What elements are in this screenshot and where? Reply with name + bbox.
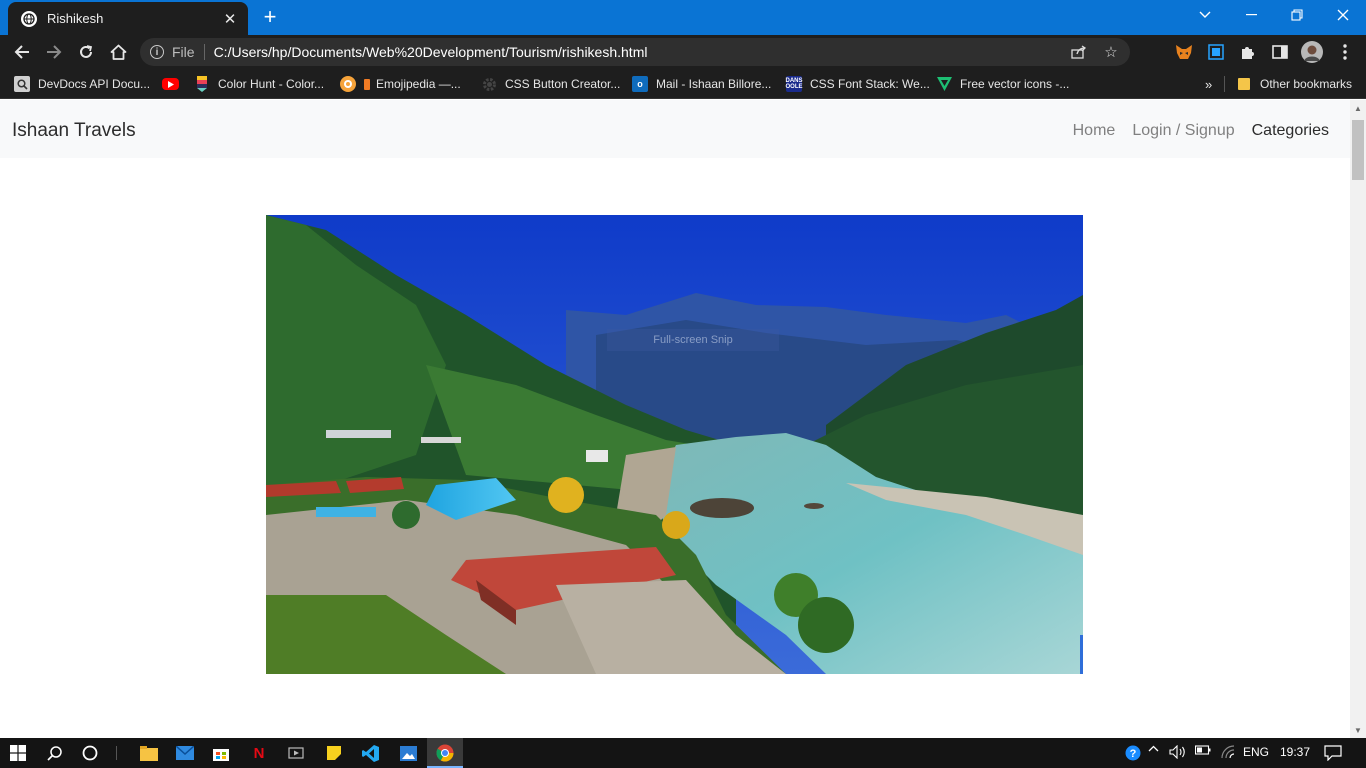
- file-scheme-label: File: [172, 44, 195, 60]
- nav-login-signup[interactable]: Login / Signup: [1132, 122, 1234, 140]
- forward-button[interactable]: [41, 39, 67, 65]
- close-tab-icon[interactable]: ✕: [220, 9, 240, 29]
- scroll-thumb[interactable]: [1352, 120, 1364, 180]
- show-hidden-icons-chevron-icon[interactable]: [1148, 745, 1159, 752]
- address-bar[interactable]: i File C:/Users/hp/Documents/Web%20Devel…: [140, 38, 1130, 66]
- address-divider: [203, 44, 205, 60]
- rishikesh-landscape-illustration: [266, 215, 1083, 674]
- reload-button[interactable]: [73, 39, 99, 65]
- mail-app-icon[interactable]: [167, 741, 203, 765]
- scroll-up-arrow-icon[interactable]: ▲: [1350, 100, 1366, 116]
- restore-button[interactable]: [1274, 0, 1320, 30]
- site-info-icon[interactable]: i: [150, 45, 164, 59]
- site-brand[interactable]: Ishaan Travels: [12, 120, 136, 142]
- taskbar-divider: [116, 746, 117, 760]
- bookmark-emojipedia[interactable]: Emojipedia —...: [340, 75, 461, 93]
- netflix-icon[interactable]: N: [241, 741, 277, 765]
- sticky-notes-icon[interactable]: [316, 741, 352, 765]
- tab-search-icon[interactable]: [1182, 0, 1228, 30]
- bookmark-css-font-stack[interactable]: DANS OOLE CSS Font Stack: We...: [786, 75, 930, 93]
- file-explorer-icon[interactable]: [131, 741, 167, 765]
- cortana-icon[interactable]: [72, 741, 108, 765]
- profile-avatar[interactable]: [1301, 41, 1323, 63]
- screen-capture-icon[interactable]: [1205, 41, 1227, 63]
- volume-icon[interactable]: [1169, 745, 1187, 759]
- gear-icon: [481, 76, 497, 92]
- home-button[interactable]: [105, 39, 131, 65]
- extensions-puzzle-icon[interactable]: [1237, 41, 1259, 63]
- back-button[interactable]: [9, 39, 35, 65]
- more-bookmarks-button[interactable]: »: [1205, 75, 1212, 93]
- hero-image-rishikesh: Full-screen Snip: [266, 215, 1083, 674]
- scroll-down-arrow-icon[interactable]: ▼: [1350, 722, 1366, 738]
- site-navbar: Ishaan Travels Home Login / Signup Categ…: [0, 100, 1350, 158]
- new-tab-button[interactable]: +: [258, 4, 282, 29]
- url-text[interactable]: C:/Users/hp/Documents/Web%20Development/…: [214, 44, 1066, 60]
- folder-icon: [1236, 76, 1252, 92]
- metamask-fox-icon[interactable]: [1173, 41, 1195, 63]
- photos-app-icon[interactable]: [390, 741, 426, 765]
- chrome-menu-icon[interactable]: [1334, 41, 1356, 63]
- other-bookmarks-folder[interactable]: Other bookmarks: [1236, 75, 1352, 93]
- vscode-icon[interactable]: [352, 741, 388, 765]
- side-panel-icon[interactable]: [1269, 41, 1291, 63]
- bookmark-star-icon[interactable]: ☆: [1098, 39, 1124, 65]
- snip-overlay: Full-screen Snip: [607, 329, 779, 351]
- chrome-taskbar-icon[interactable]: [427, 741, 463, 765]
- cssfontstack-icon: DANS OOLE: [785, 76, 803, 92]
- tab-strip: Rishikesh ✕ +: [0, 0, 1366, 35]
- windows-start-icon[interactable]: [0, 741, 36, 765]
- share-icon[interactable]: [1066, 39, 1092, 65]
- emojipedia-icon: [340, 76, 356, 92]
- search-icon[interactable]: [37, 741, 73, 765]
- help-icon[interactable]: ?: [1125, 745, 1141, 761]
- youtube-icon: [162, 78, 179, 90]
- bookmark-flaticon[interactable]: Free vector icons -...: [936, 75, 1069, 93]
- colorhunt-icon: [194, 76, 210, 92]
- browser-tab[interactable]: Rishikesh ✕: [8, 2, 248, 35]
- flaticon-icon: [936, 76, 952, 92]
- minimize-button[interactable]: [1228, 0, 1274, 30]
- windows-taskbar: N ? ENG 19:37: [0, 738, 1366, 768]
- outlook-icon: o: [632, 76, 648, 92]
- language-indicator[interactable]: ENG: [1243, 745, 1269, 759]
- battery-icon[interactable]: [1195, 745, 1211, 755]
- globe-icon: [21, 10, 37, 27]
- clock-time[interactable]: 19:37: [1280, 745, 1310, 759]
- microsoft-store-icon[interactable]: [203, 741, 239, 765]
- page-scrollbar[interactable]: ▲ ▼: [1350, 100, 1366, 738]
- bookmark-devdocs[interactable]: DevDocs API Docu...: [14, 75, 150, 93]
- bookmarks-divider: [1224, 76, 1225, 92]
- emojipedia-badge-icon: [364, 78, 370, 90]
- wifi-icon[interactable]: [1220, 745, 1236, 759]
- nav-home[interactable]: Home: [1073, 122, 1116, 140]
- nav-categories[interactable]: Categories: [1252, 122, 1329, 140]
- media-app-icon[interactable]: [278, 741, 314, 765]
- devdocs-icon: [14, 76, 30, 92]
- page-viewport: Ishaan Travels Home Login / Signup Categ…: [0, 100, 1350, 738]
- bookmark-outlook-mail[interactable]: o Mail - Ishaan Billore...: [632, 75, 771, 93]
- browser-toolbar: i File C:/Users/hp/Documents/Web%20Devel…: [0, 35, 1366, 69]
- bookmark-color-hunt[interactable]: Color Hunt - Color...: [194, 75, 324, 93]
- nav-links: Home Login / Signup Categories: [1073, 122, 1329, 140]
- bookmarks-bar: DevDocs API Docu... Color Hunt - Color..…: [0, 69, 1366, 99]
- bookmark-css-button-creator[interactable]: CSS Button Creator...: [481, 75, 620, 93]
- bookmark-youtube[interactable]: [162, 75, 187, 93]
- svg-text:?: ?: [1130, 748, 1137, 760]
- close-window-button[interactable]: [1320, 0, 1366, 30]
- action-center-icon[interactable]: [1324, 745, 1342, 761]
- tab-title: Rishikesh: [47, 11, 104, 26]
